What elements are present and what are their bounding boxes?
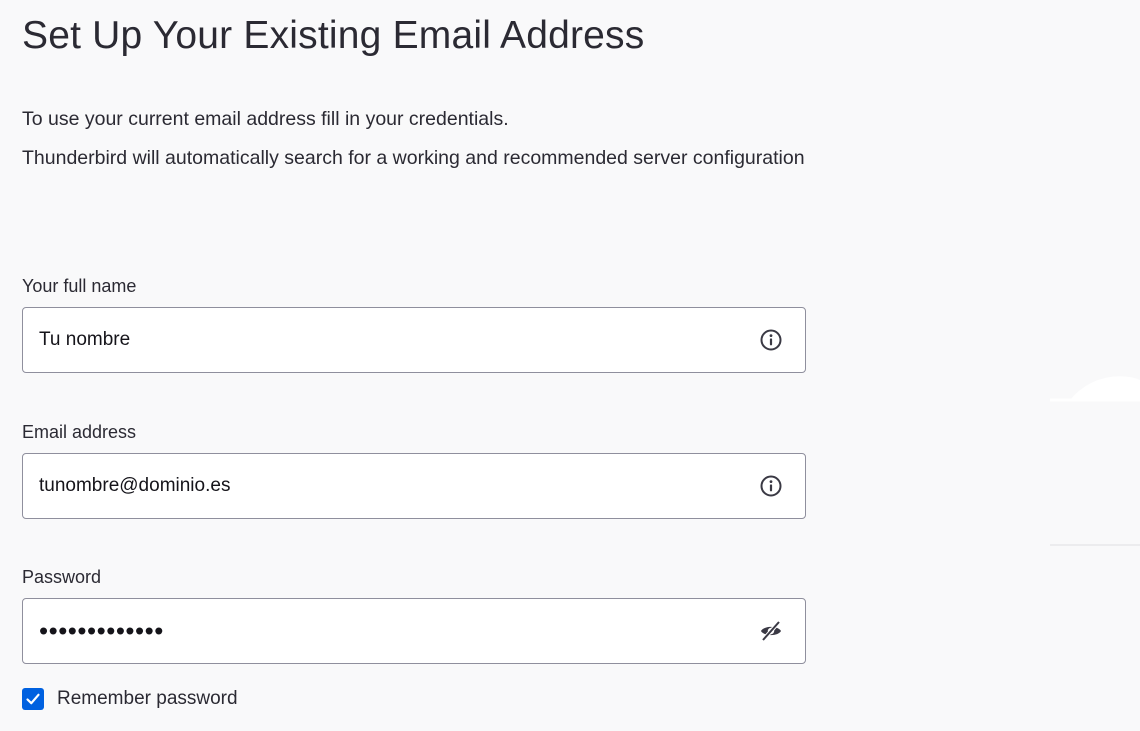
full-name-label: Your full name [22, 276, 137, 296]
page-title: Set Up Your Existing Email Address [22, 14, 645, 57]
description-line-1: To use your current email address fill i… [22, 108, 509, 130]
info-icon[interactable] [759, 474, 783, 498]
password-value[interactable]: ••••••••••••• [39, 616, 164, 647]
description-line-2: Thunderbird will automatically search fo… [22, 147, 805, 169]
background-illustration [1050, 376, 1140, 546]
email-label: Email address [22, 422, 137, 442]
remember-password-row[interactable]: Remember password [22, 686, 238, 712]
remember-password-checkbox[interactable] [22, 688, 44, 710]
password-label: Password [22, 567, 102, 587]
password-field[interactable]: ••••••••••••• [22, 598, 806, 664]
remember-password-label[interactable]: Remember password [57, 688, 238, 710]
checkmark-icon [26, 693, 40, 705]
full-name-value[interactable]: Tu nombre [39, 329, 130, 351]
email-field[interactable]: tunombre@dominio.es [22, 453, 806, 519]
eye-slash-icon[interactable] [759, 619, 783, 643]
info-icon[interactable] [759, 328, 783, 352]
email-value[interactable]: tunombre@dominio.es [39, 475, 230, 497]
full-name-field[interactable]: Tu nombre [22, 307, 806, 373]
account-setup-page: Set Up Your Existing Email Address To us… [0, 0, 1140, 731]
